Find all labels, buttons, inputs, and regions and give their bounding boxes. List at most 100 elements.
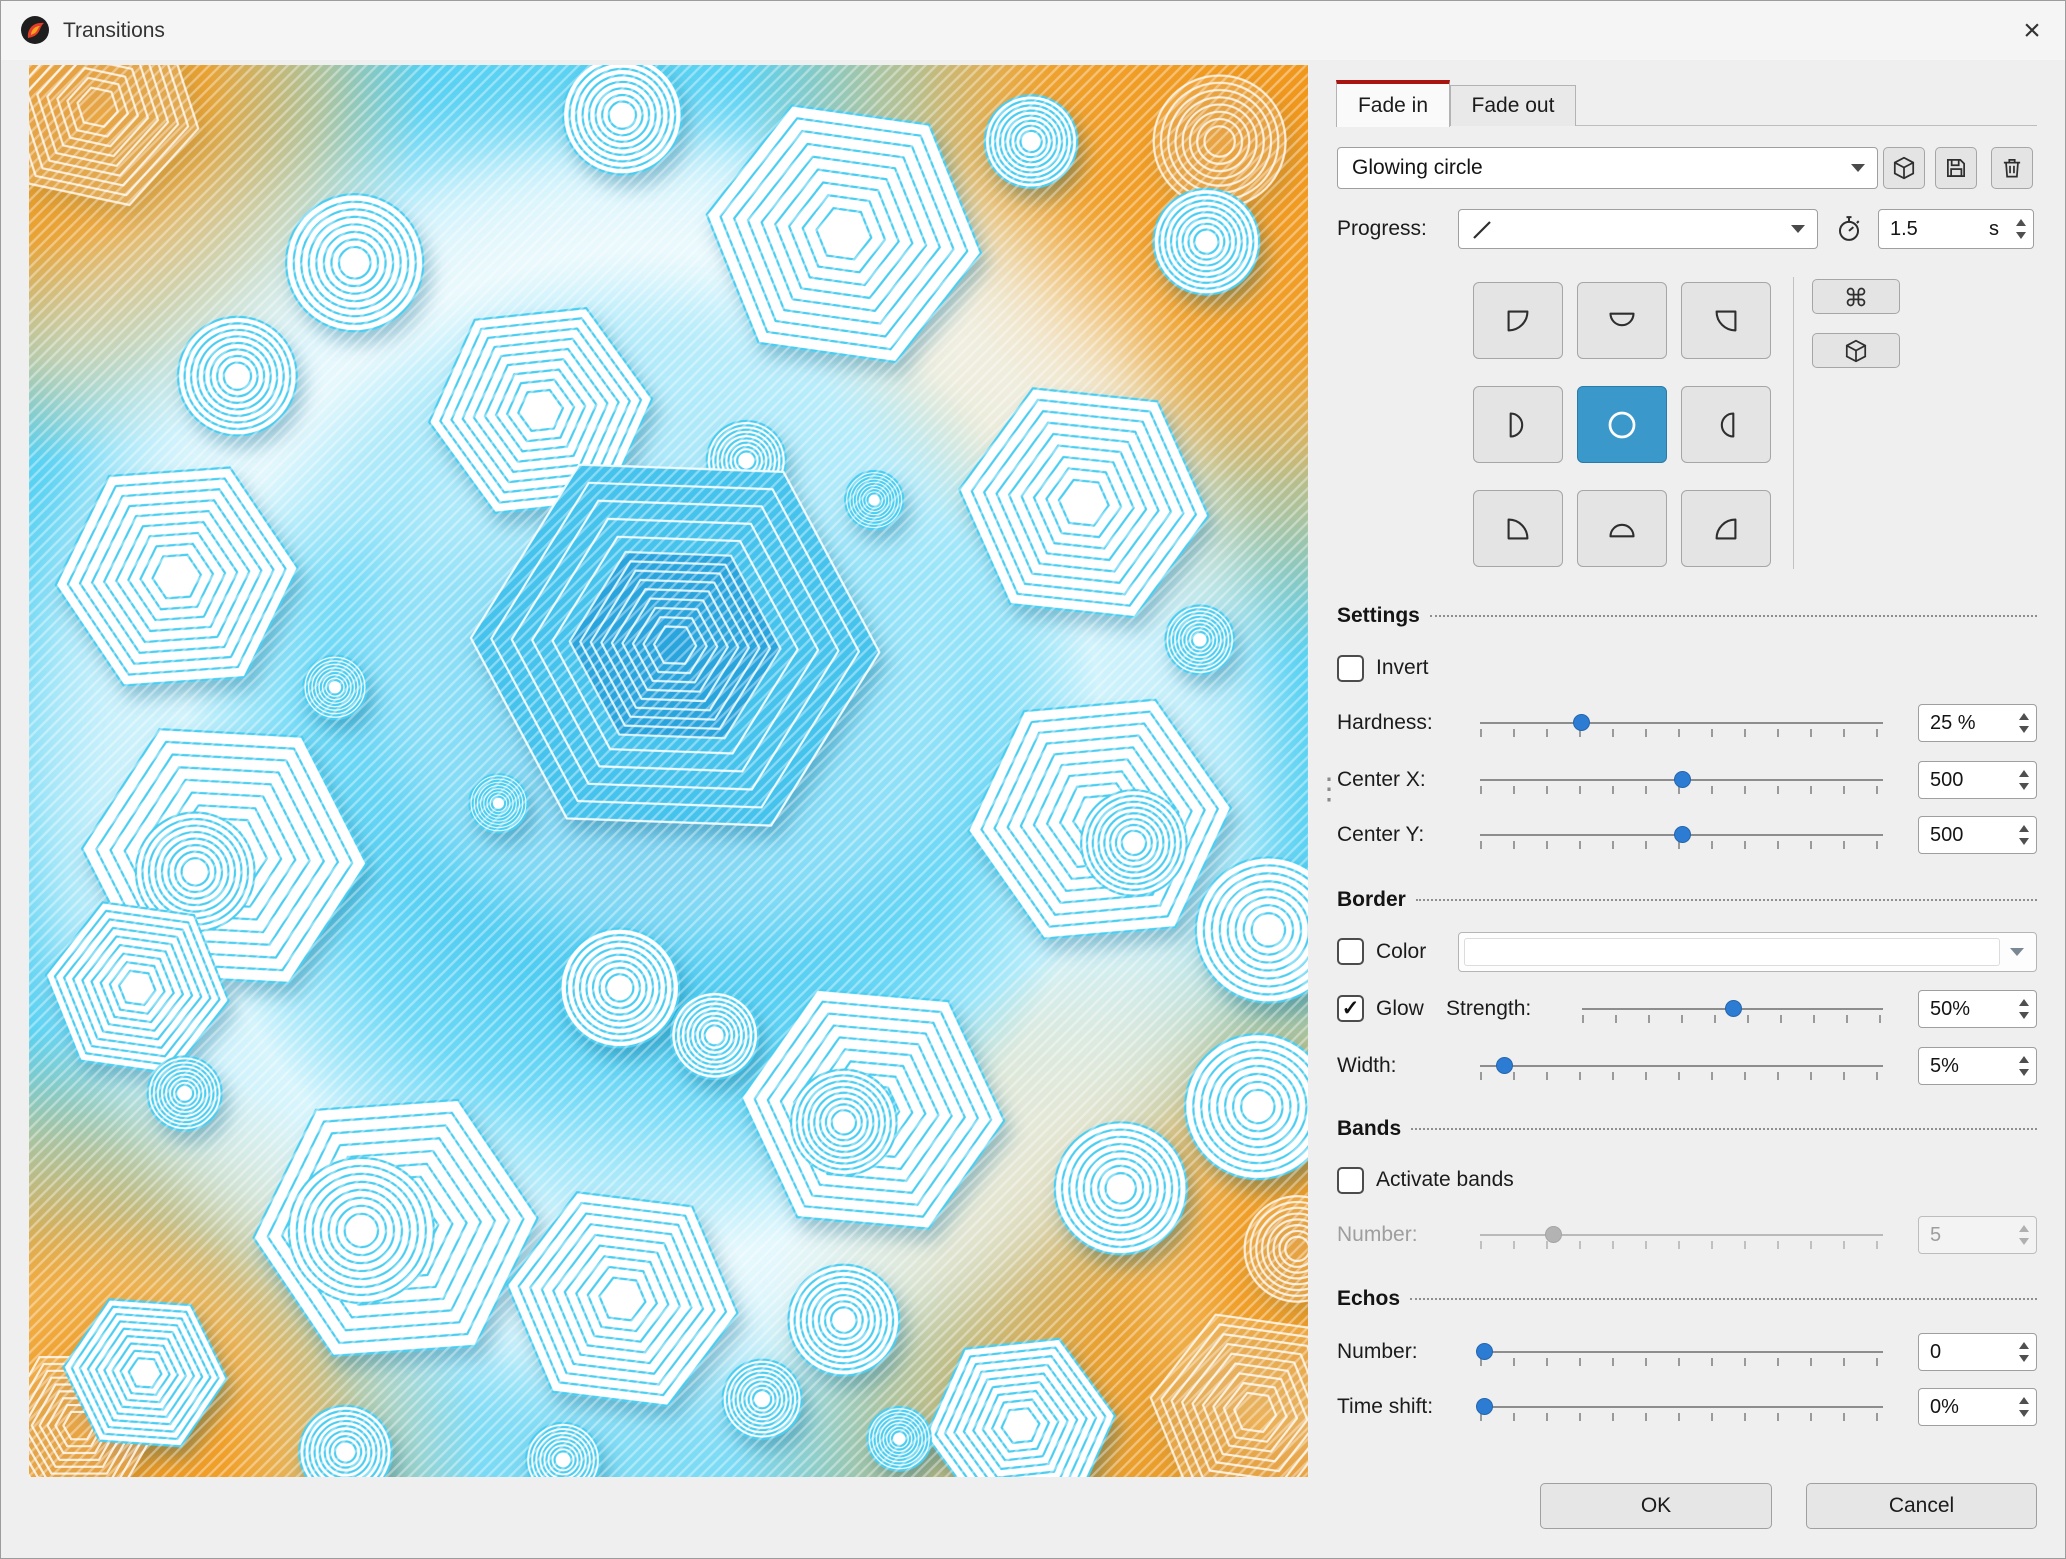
duration-timer-button[interactable] [1834, 214, 1864, 249]
preset-select[interactable]: Glowing circle [1337, 147, 1878, 189]
glow-checkbox[interactable]: ✓ [1337, 995, 1364, 1022]
origin-bottom-right-button[interactable] [1681, 490, 1771, 567]
slider-track[interactable] [1480, 1406, 1883, 1408]
dotted-separator [1415, 899, 2037, 901]
slider-track[interactable] [1480, 722, 1883, 724]
tab-fade-in-label: Fade in [1357, 93, 1429, 117]
slider-track[interactable] [1480, 1065, 1883, 1067]
grid-separator [1793, 277, 1794, 569]
border-color-checkbox[interactable] [1337, 938, 1364, 965]
activate-bands-checkbox[interactable] [1337, 1166, 1364, 1194]
spin-arrows[interactable] [2019, 817, 2029, 853]
dotted-separator [1410, 1298, 2037, 1300]
preset-value: Glowing circle [1352, 156, 1483, 179]
bands-number-spinbox: 5 [1918, 1216, 2037, 1254]
border-color-label: Color [1376, 940, 1427, 963]
transitions-dialog: Transitions × ⋮ Fade in Fade out Glowing… [0, 0, 2066, 1559]
spin-arrows[interactable] [2019, 1334, 2029, 1370]
activate-bands-label: Activate bands [1376, 1168, 1514, 1191]
center-x-value: 500 [1930, 768, 1964, 791]
time-shift-spinbox[interactable]: 0% [1918, 1388, 2037, 1426]
strength-spinbox[interactable]: 50% [1918, 990, 2037, 1028]
origin-left-icon [1509, 411, 1524, 438]
spin-arrows[interactable] [2016, 210, 2026, 248]
save-preset-button[interactable] [1935, 147, 1977, 189]
origin-top-right-button[interactable] [1681, 282, 1771, 359]
hardness-slider[interactable] [1480, 701, 1883, 745]
progress-curve-select[interactable] [1458, 209, 1818, 249]
tab-fade-out-label: Fade out [1471, 94, 1555, 117]
invert-checkbox[interactable] [1337, 654, 1364, 682]
border-width-value: 5% [1930, 1054, 1959, 1077]
center-x-row: Center X: 500 [1337, 758, 2037, 802]
echos-section-header: Echos [1337, 1284, 2037, 1314]
bands-number-slider-thumb [1544, 1226, 1562, 1243]
border-width-spinbox[interactable]: 5% [1918, 1047, 2037, 1085]
strength-slider[interactable] [1582, 987, 1883, 1031]
slider-track[interactable] [1480, 1351, 1883, 1353]
origin-center-button[interactable] [1577, 386, 1667, 463]
origin-bottom-button[interactable] [1577, 490, 1667, 567]
chevron-down-icon [1851, 164, 1865, 172]
strength-label: Strength: [1446, 997, 1532, 1020]
time-shift-slider-thumb[interactable] [1476, 1398, 1494, 1415]
center-x-slider[interactable] [1480, 758, 1883, 802]
delete-preset-button[interactable] [1991, 147, 2033, 189]
tab-fade-out[interactable]: Fade out [1450, 85, 1576, 126]
origin-left-button[interactable] [1473, 386, 1563, 463]
time-shift-value: 0% [1930, 1395, 1959, 1418]
command-button[interactable] [1812, 279, 1900, 314]
dotted-separator [1411, 1128, 2037, 1130]
spin-arrows[interactable] [2019, 1389, 2029, 1425]
spin-arrows[interactable] [2019, 1048, 2029, 1084]
package-button[interactable] [1883, 147, 1925, 189]
duration-spinbox[interactable]: 1.5 s [1878, 209, 2034, 249]
cube-button[interactable] [1812, 333, 1900, 368]
origin-bottom-left-button[interactable] [1473, 490, 1563, 567]
hardness-value: 25 % [1930, 711, 1976, 734]
strength-value: 50% [1930, 997, 1971, 1020]
settings-header-text: Settings [1337, 604, 1420, 627]
window-title: Transitions [63, 19, 165, 42]
center-x-spinbox[interactable]: 500 [1918, 761, 2037, 799]
app-icon [19, 14, 51, 46]
echos-number-spinbox[interactable]: 0 [1918, 1333, 2037, 1371]
echos-number-row: Number: 0 [1337, 1330, 2037, 1374]
close-button[interactable]: × [1999, 1, 2065, 60]
invert-label: Invert [1376, 656, 1429, 679]
time-shift-slider[interactable] [1476, 1385, 1883, 1429]
transition-preview [29, 65, 1308, 1477]
spin-arrows[interactable] [2019, 705, 2029, 741]
glow-label: Glow [1376, 997, 1424, 1020]
hardness-spinbox[interactable]: 25 % [1918, 704, 2037, 742]
center-y-spinbox[interactable]: 500 [1918, 816, 2037, 854]
center-y-value: 500 [1930, 823, 1964, 846]
chevron-down-icon [1791, 225, 1805, 233]
cancel-button[interactable]: Cancel [1806, 1483, 2037, 1529]
save-icon [1947, 159, 1965, 177]
center-y-slider-thumb[interactable] [1673, 826, 1691, 843]
origin-top-left-button[interactable] [1473, 282, 1563, 359]
chevron-down-icon [2010, 948, 2024, 956]
bands-header-text: Bands [1337, 1117, 1402, 1140]
border-color-select[interactable] [1458, 932, 2037, 972]
hardness-slider-thumb[interactable] [1572, 714, 1590, 731]
center-y-slider[interactable] [1480, 813, 1883, 857]
tab-fade-in[interactable]: Fade in [1336, 80, 1450, 127]
ok-button[interactable]: OK [1540, 1483, 1772, 1529]
echos-number-slider-thumb[interactable] [1476, 1343, 1494, 1360]
border-width-slider[interactable] [1480, 1044, 1883, 1088]
strength-slider-thumb[interactable] [1724, 1000, 1742, 1017]
bands-number-label: Number: [1337, 1223, 1418, 1246]
origin-right-button[interactable] [1681, 386, 1771, 463]
dotted-separator [1429, 615, 2037, 617]
slider-track [1480, 1234, 1883, 1236]
center-x-slider-thumb[interactable] [1673, 771, 1691, 788]
echos-number-slider[interactable] [1476, 1330, 1883, 1374]
spin-arrows[interactable] [2019, 762, 2029, 798]
slider-ticks [1480, 1413, 1883, 1421]
origin-bottom-left-icon [1507, 518, 1529, 539]
bands-number-row: Number: 5 [1337, 1213, 2037, 1257]
spin-arrows[interactable] [2019, 991, 2029, 1027]
origin-top-button[interactable] [1577, 282, 1667, 359]
